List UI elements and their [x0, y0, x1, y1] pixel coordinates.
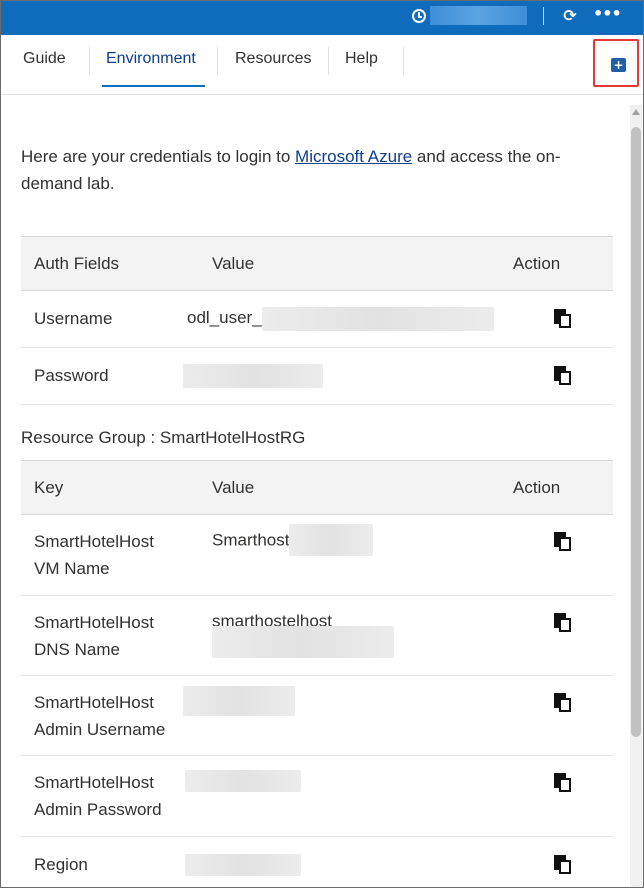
key-line-2: DNS Name: [34, 639, 120, 659]
resource-group-title: Resource Group : SmartHotelHostRG: [21, 428, 306, 447]
key-line-2: Admin Password: [34, 800, 162, 819]
username-prefix: odl_user_: [187, 308, 262, 328]
key-line-1: SmartHotelHost: [34, 692, 154, 712]
value-cell: smarthostelhost: [199, 595, 513, 676]
column-header: Auth Fields: [21, 236, 199, 291]
more-options-icon[interactable]: •••: [593, 4, 622, 24]
field-value: [183, 347, 513, 405]
table-row: Username odl_user_: [21, 290, 613, 348]
column-header: Key: [21, 460, 199, 515]
microsoft-azure-link[interactable]: Microsoft Azure: [295, 147, 412, 166]
active-tab-indicator: [102, 85, 205, 87]
key-line-1: SmartHotelHost: [34, 773, 154, 792]
key-line-1: SmartHotelHost: [34, 532, 154, 551]
value-cell: [183, 675, 513, 756]
table-row: SmartHotelHost DNS Name smarthostelhost: [21, 595, 613, 676]
plus-glyph: +: [613, 58, 624, 72]
column-header: Value: [199, 236, 513, 291]
key-cell: SmartHotelHost Admin Username: [21, 675, 199, 756]
copy-icon[interactable]: [554, 854, 572, 875]
table-header-row: Key Value Action: [21, 460, 613, 515]
copy-icon[interactable]: [554, 772, 572, 793]
table-row: Region: [21, 836, 613, 887]
tab-divider: [217, 47, 218, 75]
copy-icon[interactable]: [554, 366, 572, 386]
timer-icon: [412, 9, 426, 23]
copy-icon[interactable]: [554, 531, 572, 552]
redacted-value: [261, 307, 494, 331]
divider: [543, 7, 544, 25]
field-value: odl_user_: [187, 290, 513, 348]
column-header: Action: [513, 460, 613, 515]
key-line-1: SmartHotelHost: [34, 612, 154, 632]
action-cell: [513, 290, 613, 348]
redacted-value: [183, 364, 323, 388]
key-line-2: Admin Username: [34, 719, 166, 739]
column-header: Action: [513, 236, 613, 291]
redacted-value: [185, 770, 301, 792]
value-cell: [185, 836, 513, 887]
table-header-row: Auth Fields Value Action: [21, 236, 613, 291]
action-cell: [513, 675, 613, 756]
open-in-new-window-button[interactable]: +: [593, 39, 639, 87]
table-row: SmartHotelHost Admin Username: [21, 675, 613, 756]
copy-icon[interactable]: [554, 612, 572, 633]
field-label: Username: [21, 290, 199, 348]
key-cell: SmartHotelHost VM Name: [21, 514, 199, 596]
copy-icon[interactable]: [554, 692, 572, 713]
tab-divider: [89, 47, 90, 75]
tab-divider: [328, 47, 329, 75]
copy-icon[interactable]: [554, 309, 572, 329]
redacted-value: [289, 524, 374, 556]
key-line-2: VM Name: [34, 559, 110, 578]
action-cell: [513, 347, 613, 405]
intro-text-before: Here are your credentials to login to: [21, 147, 296, 166]
column-header: Value: [199, 460, 513, 515]
tab-resources[interactable]: Resources: [235, 35, 311, 87]
auth-table: Auth Fields Value Action Username odl_us…: [21, 236, 613, 405]
field-label: Password: [21, 347, 199, 405]
tab-bar: Guide Environment Resources Help: [1, 35, 643, 95]
redacted-value: [185, 853, 301, 876]
action-cell: [513, 514, 613, 596]
key-cell: Region: [21, 836, 199, 887]
tab-help[interactable]: Help: [345, 35, 378, 87]
resource-group-table: Key Value Action SmartHotelHost VM Name S…: [21, 460, 613, 887]
scroll-up-arrow-icon[interactable]: [632, 109, 640, 115]
add-window-icon: +: [611, 54, 629, 72]
tab-divider: [403, 47, 404, 75]
tab-guide[interactable]: Guide: [23, 35, 66, 87]
action-cell: [513, 595, 613, 676]
key-cell: SmartHotelHost DNS Name: [21, 595, 199, 676]
redacted-value: [212, 625, 394, 658]
intro-text: Here are your credentials to login to Mi…: [21, 143, 601, 197]
value-cell: Smarthost: [199, 514, 513, 596]
refresh-icon[interactable]: ⟳: [561, 6, 579, 26]
top-bar: ⟳ •••: [1, 1, 643, 35]
tab-environment[interactable]: Environment: [106, 35, 196, 87]
table-row: SmartHotelHost VM Name Smarthost: [21, 514, 613, 596]
value-cell: [185, 755, 513, 837]
table-row: SmartHotelHost Admin Password: [21, 755, 613, 837]
value-prefix: Smarthost: [212, 530, 290, 550]
lab-panel: ⟳ ••• Guide Environment Resources Help +…: [0, 0, 644, 888]
timer-value-redacted: [430, 6, 527, 25]
redacted-value: [183, 686, 295, 716]
action-cell: [513, 755, 613, 837]
action-cell: [513, 836, 613, 887]
table-row: Password: [21, 347, 613, 405]
scrollbar-thumb[interactable]: [631, 127, 641, 737]
key-cell: SmartHotelHost Admin Password: [21, 755, 199, 837]
